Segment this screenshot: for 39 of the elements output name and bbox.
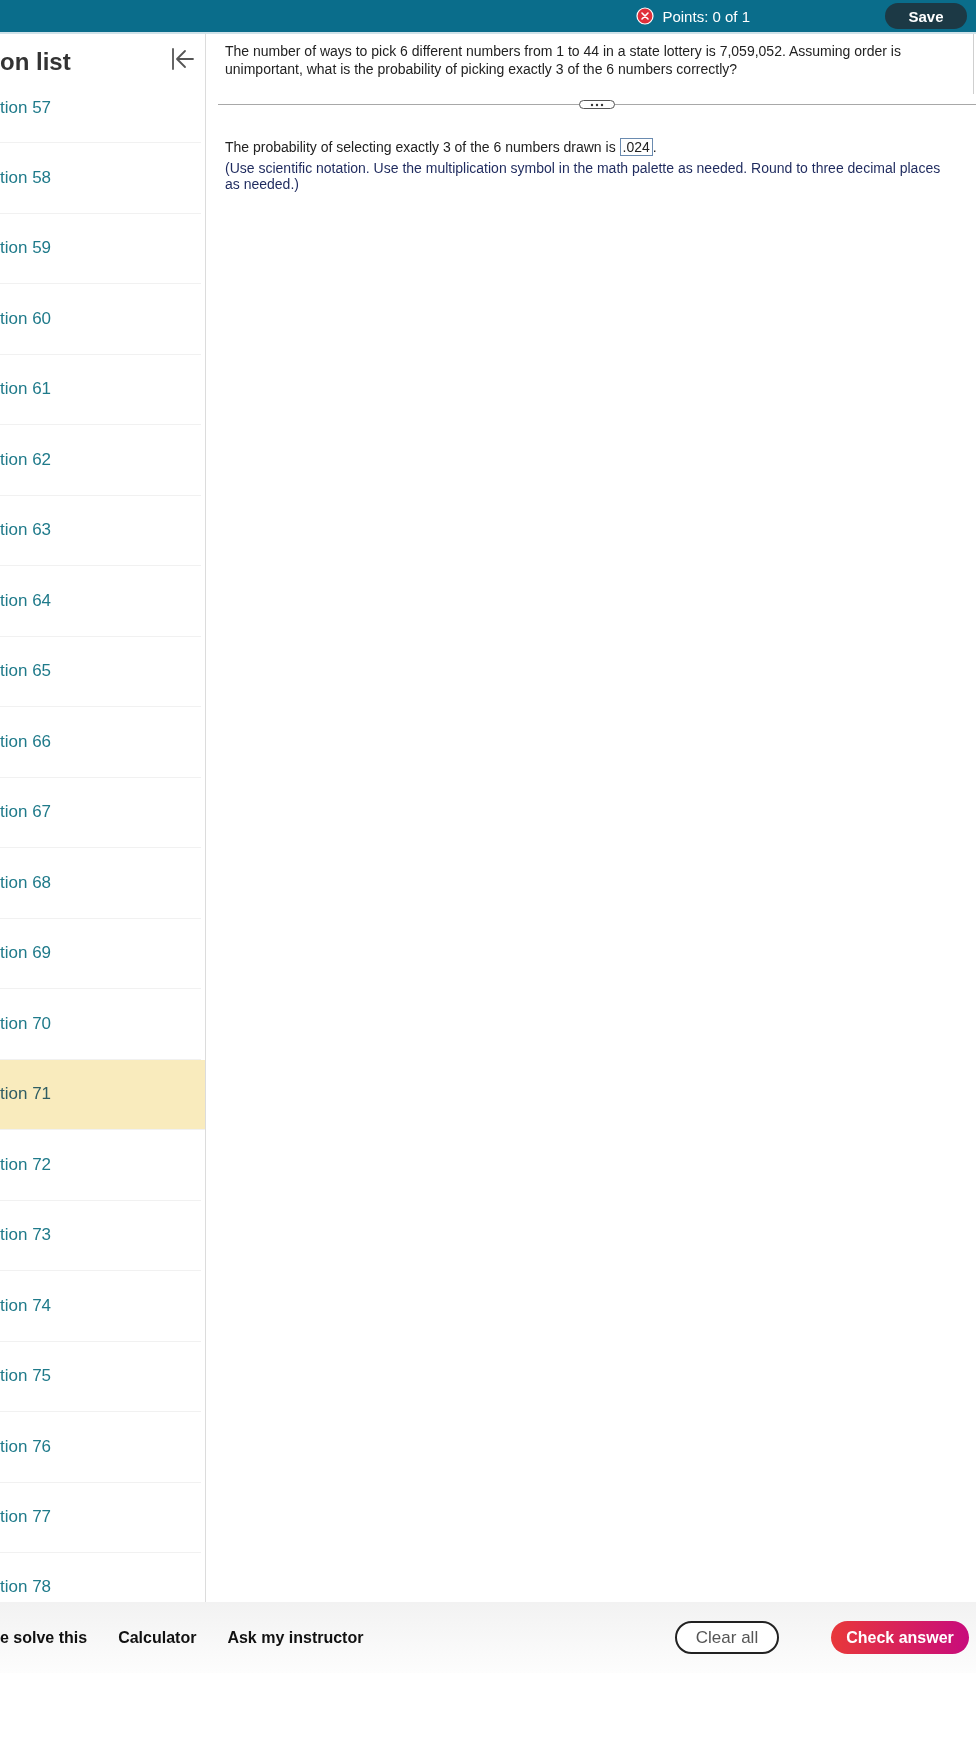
x-circle-icon (636, 7, 655, 25)
question-text: The number of ways to pick 6 different numbers from 1 to 44 in a state lottery is 7,059,052. Assuming order is unimportant, what is the probability of picking exactly 3 of the 6 numbers correctly? (225, 42, 902, 78)
check-answer-button[interactable]: Check answer (831, 1621, 969, 1654)
question-list-item[interactable]: tion 69 (0, 918, 201, 989)
answer-text: The probability of selecting exactly 3 of the 6 numbers drawn is (225, 139, 616, 155)
question-list-item[interactable]: tion 67 (0, 777, 201, 848)
question-list-item[interactable]: tion 77 (0, 1482, 201, 1553)
question-list-item[interactable]: tion 59 (0, 213, 201, 284)
question-list-item[interactable]: tion 78 (0, 1553, 201, 1602)
answer-field[interactable]: .024 (619, 138, 653, 156)
question-list-title: on list (0, 48, 71, 76)
question-list-item[interactable]: tion 73 (0, 1200, 201, 1271)
toolbar-link[interactable]: Calculator (118, 1628, 197, 1647)
collapse-icon[interactable] (171, 48, 195, 70)
question-list-item[interactable]: tion 63 (0, 495, 201, 566)
question-list-item[interactable]: tion 75 (0, 1341, 201, 1412)
question-list-item[interactable]: tion 76 (0, 1412, 201, 1483)
question-list-item[interactable]: tion 66 (0, 707, 201, 778)
question-list-item[interactable]: tion 60 (0, 284, 201, 355)
question-list-item[interactable]: tion 64 (0, 566, 201, 637)
save-button[interactable]: Save (885, 3, 967, 29)
question-list-item[interactable]: tion 71 (0, 1059, 205, 1130)
divider-handle[interactable] (579, 100, 615, 109)
points-text: Points: 0 of 1 (662, 7, 750, 25)
question-list-item[interactable]: tion 70 (0, 989, 201, 1060)
question-list-item[interactable]: tion 57 (0, 90, 201, 143)
question-list-item[interactable]: tion 72 (0, 1130, 201, 1201)
dots-icon (590, 102, 604, 107)
question-list-item[interactable]: tion 74 (0, 1271, 201, 1342)
toolbar-link[interactable]: e solve this (0, 1628, 88, 1647)
period-text: . (652, 139, 657, 155)
clear-all-button[interactable]: Clear all (675, 1621, 779, 1654)
toolbar-link[interactable]: Ask my instructor (227, 1628, 364, 1647)
question-list-item[interactable]: tion 62 (0, 425, 201, 496)
question-list-item[interactable]: tion 61 (0, 354, 201, 425)
instructions-text: (Use scientific notation. Use the multiplication symbol in the math palette as needed. Round to three decimal places as needed.) (225, 160, 942, 192)
question-list-item[interactable]: tion 65 (0, 636, 201, 707)
question-list-item[interactable]: tion 68 (0, 848, 201, 919)
question-list-item[interactable]: tion 58 (0, 143, 201, 214)
